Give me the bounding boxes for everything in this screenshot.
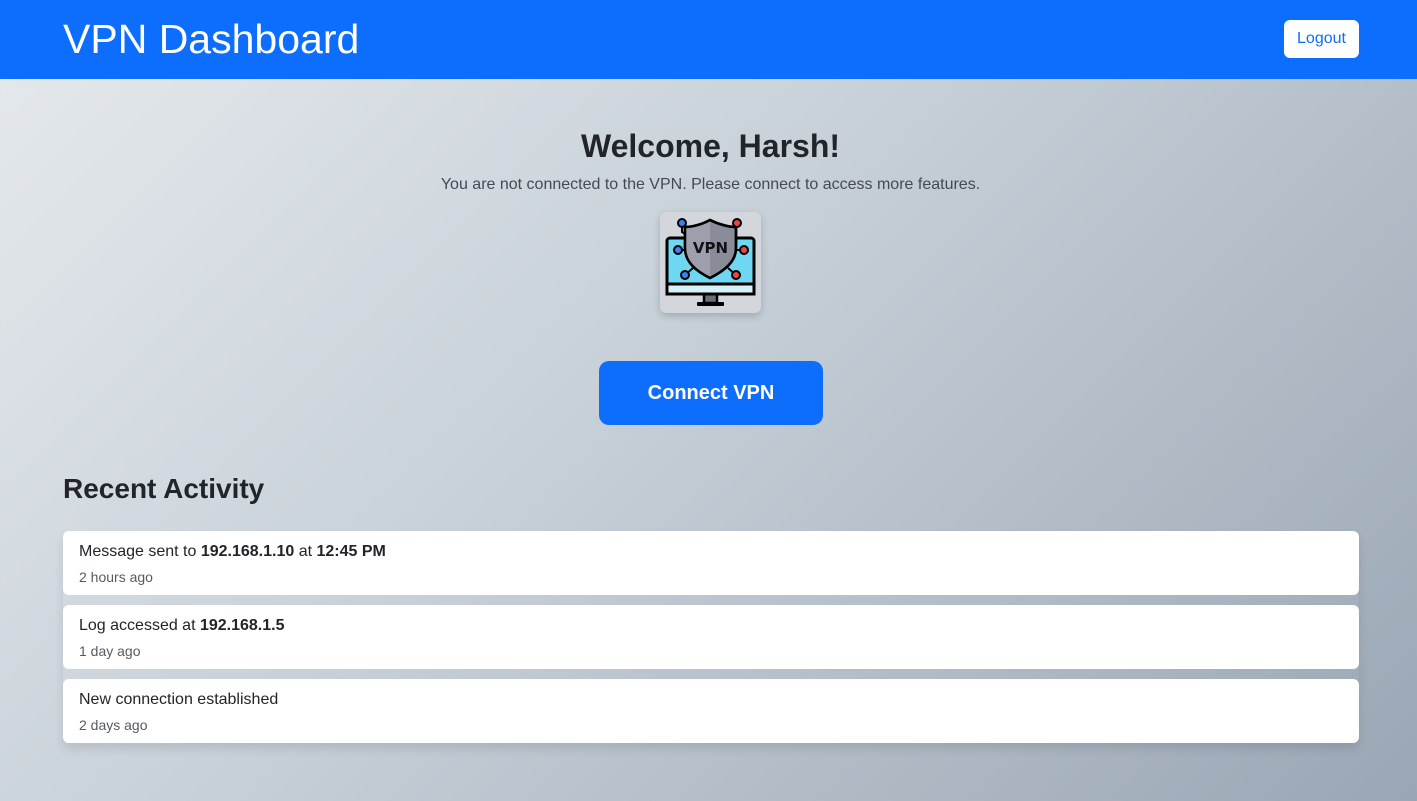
- connection-status-message: You are not connected to the VPN. Please…: [440, 176, 981, 193]
- activity-list: Message sent to 192.168.1.10 at 12:45 PM…: [63, 531, 1359, 743]
- welcome-heading: Welcome, Harsh!: [580, 128, 841, 164]
- activity-timestamp: 2 hours ago: [79, 569, 153, 585]
- activity-timestamp: 2 days ago: [79, 717, 148, 733]
- activity-item[interactable]: New connection established 2 days ago: [63, 679, 1359, 743]
- activity-description: Log accessed at 192.168.1.5: [79, 616, 1343, 636]
- vpn-logo-text: VPN: [693, 239, 728, 257]
- activity-text: Log accessed at: [79, 617, 200, 634]
- activity-item[interactable]: Message sent to 192.168.1.10 at 12:45 PM…: [63, 531, 1359, 595]
- activity-timestamp: 1 day ago: [79, 643, 141, 659]
- vpn-shield-monitor-icon: VPN: [660, 212, 761, 313]
- logout-button[interactable]: Logout: [1284, 20, 1359, 58]
- activity-text: at: [294, 543, 317, 560]
- activity-description: New connection established: [79, 690, 1343, 710]
- activity-description: Message sent to 192.168.1.10 at 12:45 PM: [79, 542, 1343, 562]
- activity-clock-time: 12:45 PM: [316, 543, 386, 560]
- activity-item[interactable]: Log accessed at 192.168.1.5 1 day ago: [63, 605, 1359, 669]
- brand-title[interactable]: VPN Dashboard: [63, 14, 359, 64]
- activity-ip-address: 192.168.1.10: [200, 543, 295, 560]
- recent-activity-heading: Recent Activity: [63, 473, 265, 504]
- activity-text: Message sent to: [79, 543, 201, 560]
- navbar: VPN Dashboard Logout: [0, 0, 1417, 79]
- activity-text: New connection established: [79, 691, 279, 708]
- activity-ip-address: 192.168.1.5: [199, 617, 285, 634]
- connect-vpn-button[interactable]: Connect VPN: [599, 361, 823, 425]
